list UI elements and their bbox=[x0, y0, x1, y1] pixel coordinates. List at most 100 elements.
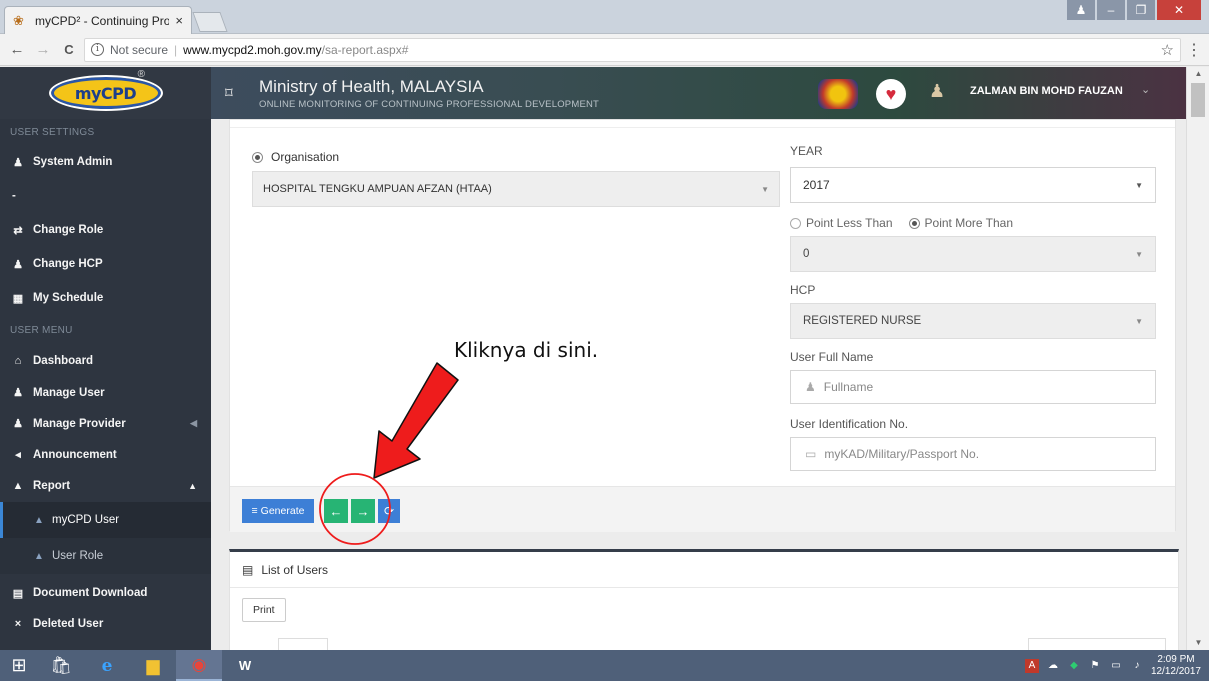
sidebar-item-label: Report bbox=[33, 480, 71, 492]
next-button[interactable]: → bbox=[351, 499, 375, 523]
page-length-select[interactable] bbox=[278, 638, 328, 650]
table-search-input[interactable] bbox=[1028, 638, 1166, 650]
volume-icon[interactable]: ♪ bbox=[1130, 659, 1144, 673]
chevron-up-icon: ▲ bbox=[188, 481, 197, 491]
previous-button[interactable]: ← bbox=[324, 499, 348, 523]
refresh-button[interactable]: ⟳ bbox=[378, 499, 400, 523]
chart-icon: ▲ bbox=[34, 550, 44, 562]
list-of-users-panel: ▤ List of Users Print bbox=[229, 549, 1179, 650]
sidebar-subitem-mycpd-user[interactable]: ▲ myCPD User bbox=[0, 502, 211, 538]
new-tab-button[interactable] bbox=[192, 12, 228, 32]
sidebar-item-dashboard[interactable]: ⌂ Dashboard bbox=[0, 345, 211, 377]
announcement-icon: ◂ bbox=[15, 449, 21, 461]
sidebar-item-manage-provider[interactable]: ♟ Manage Provider ◀ bbox=[0, 408, 211, 439]
store-app-icon[interactable]: 🛍 bbox=[38, 650, 84, 681]
chart-icon: ▲ bbox=[12, 480, 24, 492]
url-input[interactable]: i Not secure | www.mycpd2.moh.gov.my/sa-… bbox=[84, 37, 1181, 62]
forward-button[interactable]: → bbox=[32, 39, 54, 61]
point-more-label: Point More Than bbox=[924, 216, 1014, 230]
print-button[interactable]: Print bbox=[242, 598, 286, 622]
user-icon: ♟ bbox=[13, 258, 23, 271]
url-host: www.mycpd2.moh.gov.my bbox=[183, 42, 322, 57]
network-icon[interactable]: ▭ bbox=[1109, 659, 1123, 673]
mycpd-logo[interactable]: myCPD bbox=[48, 75, 163, 111]
internet-explorer-icon[interactable]: e bbox=[84, 650, 130, 681]
url-separator: | bbox=[174, 42, 178, 57]
malaysia-crest-icon bbox=[818, 79, 858, 109]
sidebar-item-deleted-user[interactable]: × Deleted User bbox=[0, 612, 211, 636]
scrollbar-thumb[interactable] bbox=[1191, 83, 1205, 117]
sidebar-item-document-download[interactable]: ▤ Document Download bbox=[0, 574, 211, 612]
word-app-icon[interactable]: W bbox=[222, 650, 268, 681]
fullname-label: User Full Name bbox=[790, 350, 874, 364]
annotation-text: Kliknya di sini. bbox=[454, 338, 599, 362]
minimize-button[interactable]: – bbox=[1097, 0, 1125, 20]
organisation-radio-icon[interactable] bbox=[252, 151, 263, 163]
maximize-button[interactable]: ❐ bbox=[1127, 0, 1155, 20]
bookmark-star-icon[interactable]: ☆ bbox=[1161, 41, 1174, 59]
scroll-down-icon[interactable]: ▼ bbox=[1187, 636, 1209, 650]
user-name[interactable]: ZALMAN BIN MOHD FAUZAN bbox=[970, 85, 1123, 97]
id-card-icon: ▭ bbox=[805, 447, 817, 461]
organisation-radio[interactable]: Organisation bbox=[252, 150, 339, 164]
url-path: /sa-report.aspx# bbox=[321, 42, 409, 57]
flag-icon[interactable]: ⚑ bbox=[1088, 659, 1102, 673]
health-heart-logo-icon: ♥ bbox=[876, 79, 906, 109]
taskbar-clock[interactable]: 2:09 PM 12/12/2017 bbox=[1151, 654, 1201, 678]
scroll-up-icon[interactable]: ▲ bbox=[1187, 67, 1209, 81]
sidebar-item-report[interactable]: ▲ Report ▲ bbox=[0, 470, 211, 502]
info-icon[interactable]: i bbox=[91, 43, 104, 56]
sidebar-item-my-schedule[interactable]: ▦ My Schedule bbox=[0, 281, 211, 315]
sidebar-item-change-hcp[interactable]: ♟ Change HCP bbox=[0, 247, 211, 281]
sidebar-item-label: myCPD User bbox=[52, 514, 120, 526]
chrome-app-icon[interactable]: ◉ bbox=[176, 650, 222, 681]
sidebar-item-label: Deleted User bbox=[33, 618, 104, 630]
panel-header-strip bbox=[230, 120, 1175, 128]
hcp-select[interactable]: REGISTERED NURSE ▼ bbox=[790, 303, 1156, 339]
menu-toggle-icon[interactable]: ⌑ bbox=[225, 84, 243, 102]
ministry-subtitle: ONLINE MONITORING OF CONTINUING PROFESSI… bbox=[259, 98, 600, 110]
point-select[interactable]: 0 ▼ bbox=[790, 236, 1156, 272]
sidebar-item-change-role[interactable]: ⇄ Change Role bbox=[0, 213, 211, 247]
sidebar-item-label: System Admin bbox=[33, 156, 113, 168]
hcp-field: HCP bbox=[790, 283, 1156, 297]
ic-input[interactable]: ▭ myKAD/Military/Passport No. bbox=[790, 437, 1156, 471]
file-explorer-icon[interactable]: ▆ bbox=[130, 650, 176, 681]
year-value: 2017 bbox=[803, 178, 830, 192]
point-less-label: Point Less Than bbox=[806, 216, 893, 230]
sidebar-heading-menu: USER MENU bbox=[10, 324, 73, 336]
point-more-radio[interactable] bbox=[908, 217, 920, 229]
sidebar-item-system-admin[interactable]: ♟ System Admin bbox=[0, 145, 211, 179]
acrobat-icon[interactable]: A bbox=[1024, 658, 1039, 673]
generate-button[interactable]: ≡ Generate bbox=[242, 499, 314, 523]
browser-tab[interactable]: ❀ myCPD² - Continuing Pro × bbox=[4, 6, 192, 34]
cloud-icon[interactable]: ☁ bbox=[1046, 659, 1060, 673]
back-button[interactable]: ← bbox=[6, 39, 28, 61]
browser-menu-icon[interactable]: ⋮ bbox=[1185, 40, 1203, 60]
sidebar-item-announcement[interactable]: ◂ Announcement bbox=[0, 439, 211, 470]
user-menu-chevron-icon[interactable]: ⌄ bbox=[1141, 83, 1150, 96]
tab-close-icon[interactable]: × bbox=[175, 13, 183, 28]
caret-down-icon: ▼ bbox=[1135, 180, 1143, 190]
caret-down-icon: ▼ bbox=[1135, 249, 1143, 259]
sidebar-item-label: Change HCP bbox=[33, 258, 103, 270]
calendar-icon: ▦ bbox=[12, 292, 24, 305]
user-profile-icon[interactable]: ♟ bbox=[1067, 0, 1095, 20]
year-select[interactable]: 2017 ▼ bbox=[790, 167, 1156, 203]
organisation-label: Organisation bbox=[271, 150, 340, 164]
page-scrollbar[interactable]: ▲ ▼ bbox=[1186, 67, 1209, 650]
reload-button[interactable]: C bbox=[58, 39, 80, 61]
sidebar-item-manage-user[interactable]: ♟ Manage User bbox=[0, 377, 211, 408]
windows-start-icon[interactable]: ⊞ bbox=[0, 650, 38, 681]
shield-icon[interactable]: ◆ bbox=[1067, 659, 1081, 673]
close-window-button[interactable]: ✕ bbox=[1157, 0, 1201, 20]
app-header: myCPD ® ⌑ Ministry of Health, MALAYSIA O… bbox=[0, 67, 1186, 119]
list-title: List of Users bbox=[261, 562, 329, 577]
fullname-input[interactable]: ♟ Fullname bbox=[790, 370, 1156, 404]
sidebar-heading-settings: USER SETTINGS bbox=[10, 126, 95, 138]
sidebar-subitem-user-role[interactable]: ▲ User Role bbox=[0, 538, 211, 574]
fullname-placeholder: Fullname bbox=[823, 380, 874, 394]
home-icon: ⌂ bbox=[14, 355, 22, 367]
point-less-radio[interactable] bbox=[790, 217, 801, 229]
organisation-select[interactable]: HOSPITAL TENGKU AMPUAN AFZAN (HTAA) ▼ bbox=[252, 171, 780, 207]
